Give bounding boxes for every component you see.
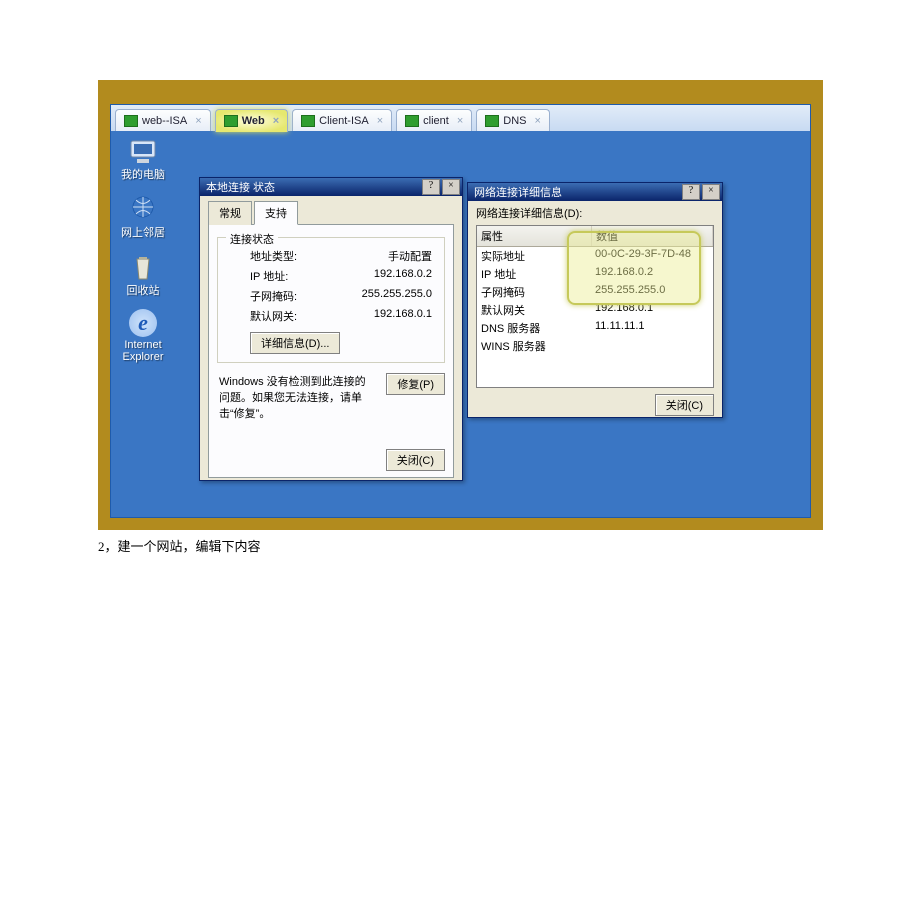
details-body: 实际地址00-0C-29-3F-7D-48 IP 地址192.168.0.2 子… — [477, 247, 713, 387]
desktop-icon-mycomputer[interactable]: 我的电脑 — [113, 135, 173, 181]
window-connection-details: 网络连接详细信息 ? × 网络连接详细信息(D): 属性 数值 实际地址 — [467, 182, 723, 418]
monitor-icon — [124, 115, 138, 127]
vm-tab-client[interactable]: client× — [396, 109, 472, 132]
titlebar[interactable]: 网络连接详细信息 ? × — [468, 183, 722, 201]
col-property[interactable]: 属性 — [477, 226, 592, 246]
guest-desktop: 我的电脑 网上邻居 回收站 e Internet Explorer — [111, 131, 810, 517]
vm-window: web--ISA× Web× Client-ISA× client× DNS× … — [110, 104, 811, 518]
recycle-icon — [127, 251, 159, 283]
screenshot-frame: web--ISA× Web× Client-ISA× client× DNS× … — [98, 80, 823, 530]
vm-tab-web-isa[interactable]: web--ISA× — [115, 109, 211, 132]
titlebar[interactable]: 本地连接 状态 ? × — [200, 178, 462, 196]
status-group: 连接状态 地址类型:手动配置 IP 地址:192.168.0.2 子网掩码:25… — [217, 237, 445, 363]
close-icon[interactable]: × — [273, 115, 279, 127]
close-bottom-button[interactable]: 关闭(C) — [655, 394, 714, 416]
close-icon[interactable]: × — [457, 115, 463, 127]
repair-button[interactable]: 修复(P) — [386, 373, 445, 395]
list-label: 网络连接详细信息(D): — [476, 205, 714, 221]
title-text: 网络连接详细信息 — [474, 184, 680, 200]
tab-control: 常规 支持 — [208, 200, 454, 225]
hint-text: Windows 没有检测到此连接的问题。如果您无法连接，请单击“修复”。 — [217, 369, 378, 425]
help-button[interactable]: ? — [422, 179, 440, 195]
details-button[interactable]: 详细信息(D)... — [250, 332, 340, 354]
close-icon[interactable]: × — [195, 115, 201, 127]
vm-tabbar: web--ISA× Web× Client-ISA× client× DNS× — [111, 105, 810, 132]
computer-icon — [127, 135, 159, 167]
table-row: 默认网关192.168.0.1 — [477, 301, 713, 319]
desktop-icon-network[interactable]: 网上邻居 — [113, 193, 173, 239]
document-caption: 2，建一个网站，编辑下内容 — [98, 536, 261, 555]
close-icon[interactable]: × — [377, 115, 383, 127]
tab-support[interactable]: 支持 — [254, 201, 298, 225]
network-icon — [127, 193, 159, 225]
close-button[interactable]: × — [442, 179, 460, 195]
vm-tab-dns[interactable]: DNS× — [476, 109, 550, 132]
tab-general[interactable]: 常规 — [208, 201, 252, 225]
desktop-icon-ie[interactable]: e Internet Explorer — [113, 309, 173, 363]
desktop-icon-recycle[interactable]: 回收站 — [113, 251, 173, 297]
window-connection-status: 本地连接 状态 ? × 常规 支持 连接状态 地址类型:手动配置 — [199, 177, 463, 481]
ie-icon: e — [129, 309, 157, 337]
close-icon[interactable]: × — [534, 115, 540, 127]
table-row: WINS 服务器 — [477, 337, 713, 355]
col-value[interactable]: 数值 — [592, 226, 713, 246]
vm-tab-web[interactable]: Web× — [215, 109, 288, 132]
monitor-icon — [405, 115, 419, 127]
monitor-icon — [301, 115, 315, 127]
close-bottom-button[interactable]: 关闭(C) — [386, 449, 445, 471]
details-table: 属性 数值 实际地址00-0C-29-3F-7D-48 IP 地址192.168… — [476, 225, 714, 388]
table-row: IP 地址192.168.0.2 — [477, 265, 713, 283]
vm-tab-client-isa[interactable]: Client-ISA× — [292, 109, 392, 132]
title-text: 本地连接 状态 — [206, 179, 420, 195]
table-row: 子网掩码255.255.255.0 — [477, 283, 713, 301]
help-button[interactable]: ? — [682, 184, 700, 200]
monitor-icon — [224, 115, 238, 127]
close-button[interactable]: × — [702, 184, 720, 200]
monitor-icon — [485, 115, 499, 127]
table-row: DNS 服务器11.11.11.1 — [477, 319, 713, 337]
table-row: 实际地址00-0C-29-3F-7D-48 — [477, 247, 713, 265]
